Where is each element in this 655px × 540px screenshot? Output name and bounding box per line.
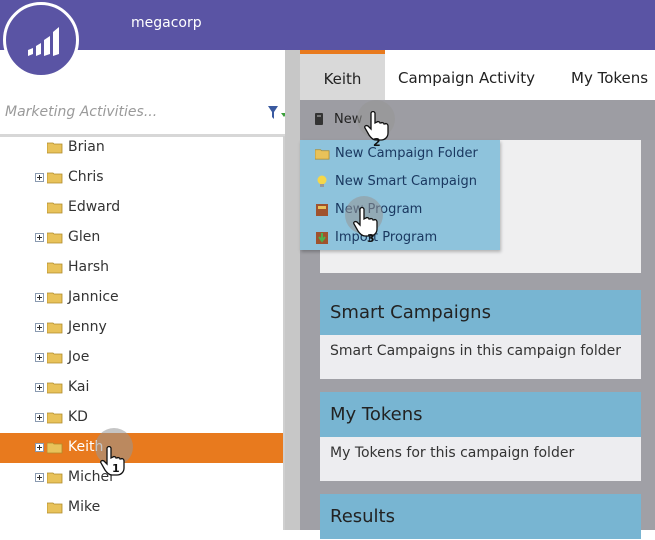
left-panel: Brian Chris Edward Glen Harsh Jannice <box>0 50 287 530</box>
tab-label: My Tokens <box>571 69 649 87</box>
folder-icon <box>47 502 63 514</box>
expand-icon[interactable] <box>35 413 44 422</box>
tree-node-kai[interactable]: Kai <box>0 373 283 403</box>
tree-node-label: KD <box>68 409 88 425</box>
tab-my-tokens[interactable]: My Tokens <box>571 50 648 100</box>
tree-node-kd[interactable]: KD <box>0 403 283 433</box>
expand-icon[interactable] <box>35 173 44 182</box>
my-tokens-section: My Tokens My Tokens for this campaign fo… <box>320 392 641 481</box>
menu-item-label: New Campaign Folder <box>335 146 478 161</box>
expand-icon[interactable] <box>35 293 44 302</box>
menu-item-label: Import Program <box>335 230 438 245</box>
folder-icon <box>47 472 63 484</box>
tree-node-jannice[interactable]: Jannice <box>0 283 283 313</box>
tree-node-label: Brian <box>68 139 105 155</box>
marketo-logo-icon[interactable] <box>3 2 79 78</box>
section-title: Smart Campaigns <box>320 290 641 335</box>
folder-icon <box>47 442 63 454</box>
search-input[interactable] <box>5 104 255 120</box>
tree-node-chris[interactable]: Chris <box>0 163 283 193</box>
section-title: My Tokens <box>320 392 641 437</box>
import-program-icon <box>316 232 328 244</box>
expand-icon[interactable] <box>35 383 44 392</box>
folder-tree: Brian Chris Edward Glen Harsh Jannice Je… <box>0 133 283 523</box>
tree-node-label: Jannice <box>68 289 119 305</box>
tree-node-label: Glen <box>68 229 101 245</box>
splitter[interactable] <box>285 50 300 530</box>
expand-icon[interactable] <box>35 323 44 332</box>
tree-node-glen[interactable]: Glen <box>0 223 283 253</box>
tree-node-keith[interactable]: Keith <box>0 433 283 463</box>
folder-icon <box>47 352 63 364</box>
folder-icon <box>47 142 63 154</box>
tab-label: Keith <box>323 70 362 88</box>
tree-node-label: Chris <box>68 169 104 185</box>
folder-icon <box>47 262 63 274</box>
hand-cursor-icon <box>353 207 378 237</box>
tab-keith[interactable]: Keith <box>300 50 385 100</box>
lightbulb-icon <box>317 175 327 187</box>
folder-icon <box>47 232 63 244</box>
folder-icon <box>47 202 63 214</box>
tree-node-edward[interactable]: Edward <box>0 193 283 223</box>
section-body: Smart Campaigns in this campaign folder <box>320 335 641 379</box>
tree-node-harsh[interactable]: Harsh <box>0 253 283 283</box>
tree-node-joe[interactable]: Joe <box>0 343 283 373</box>
tree-node-label: Harsh <box>68 259 110 275</box>
menu-item-label: New Smart Campaign <box>335 174 477 189</box>
tree-node-label: Kai <box>68 379 90 395</box>
document-icon <box>315 113 323 125</box>
tab-label: Campaign Activity <box>398 69 536 87</box>
smart-campaigns-section: Smart Campaigns Smart Campaigns in this … <box>320 290 641 379</box>
company-name: megacorp <box>131 15 202 31</box>
expand-icon[interactable] <box>35 473 44 482</box>
menu-item-import-program[interactable]: Import Program <box>300 224 500 252</box>
menu-item-new-program[interactable]: New Program <box>300 196 500 224</box>
tree-node-label: Jenny <box>68 319 107 335</box>
folder-icon <box>315 149 330 160</box>
new-dropdown-menu: New Campaign Folder New Smart Campaign N… <box>300 140 500 250</box>
step-marker-2: 2 <box>373 136 381 149</box>
folder-icon <box>47 382 63 394</box>
expand-icon[interactable] <box>35 443 44 452</box>
tab-campaign-activity[interactable]: Campaign Activity <box>398 50 535 100</box>
section-title: Results <box>320 494 641 539</box>
top-header: megacorp <box>0 0 655 50</box>
results-section: Results <box>320 494 641 539</box>
folder-icon <box>47 172 63 184</box>
expand-icon[interactable] <box>35 233 44 242</box>
tree-node-brian[interactable]: Brian <box>0 133 283 163</box>
step-marker-3: 3 <box>367 232 375 245</box>
tab-bar: Keith Campaign Activity My Tokens <box>300 50 655 100</box>
tree-node-label: Edward <box>68 199 121 215</box>
menu-item-new-smart-campaign[interactable]: New Smart Campaign <box>300 168 500 196</box>
program-icon <box>316 204 328 216</box>
folder-icon <box>47 292 63 304</box>
tree-node-label: Mike <box>68 499 101 515</box>
tree-node-label: Joe <box>68 349 90 365</box>
section-body: My Tokens for this campaign folder <box>320 437 641 481</box>
tree-node-jenny[interactable]: Jenny <box>0 313 283 343</box>
step-marker-1: 1 <box>112 462 120 475</box>
menu-item-new-campaign-folder[interactable]: New Campaign Folder <box>300 140 500 168</box>
search-bar <box>0 96 287 132</box>
tree-node-mike[interactable]: Mike <box>0 493 283 523</box>
tree-node-michel[interactable]: Michel <box>0 463 283 493</box>
folder-icon <box>47 412 63 424</box>
expand-icon[interactable] <box>35 353 44 362</box>
folder-icon <box>47 322 63 334</box>
